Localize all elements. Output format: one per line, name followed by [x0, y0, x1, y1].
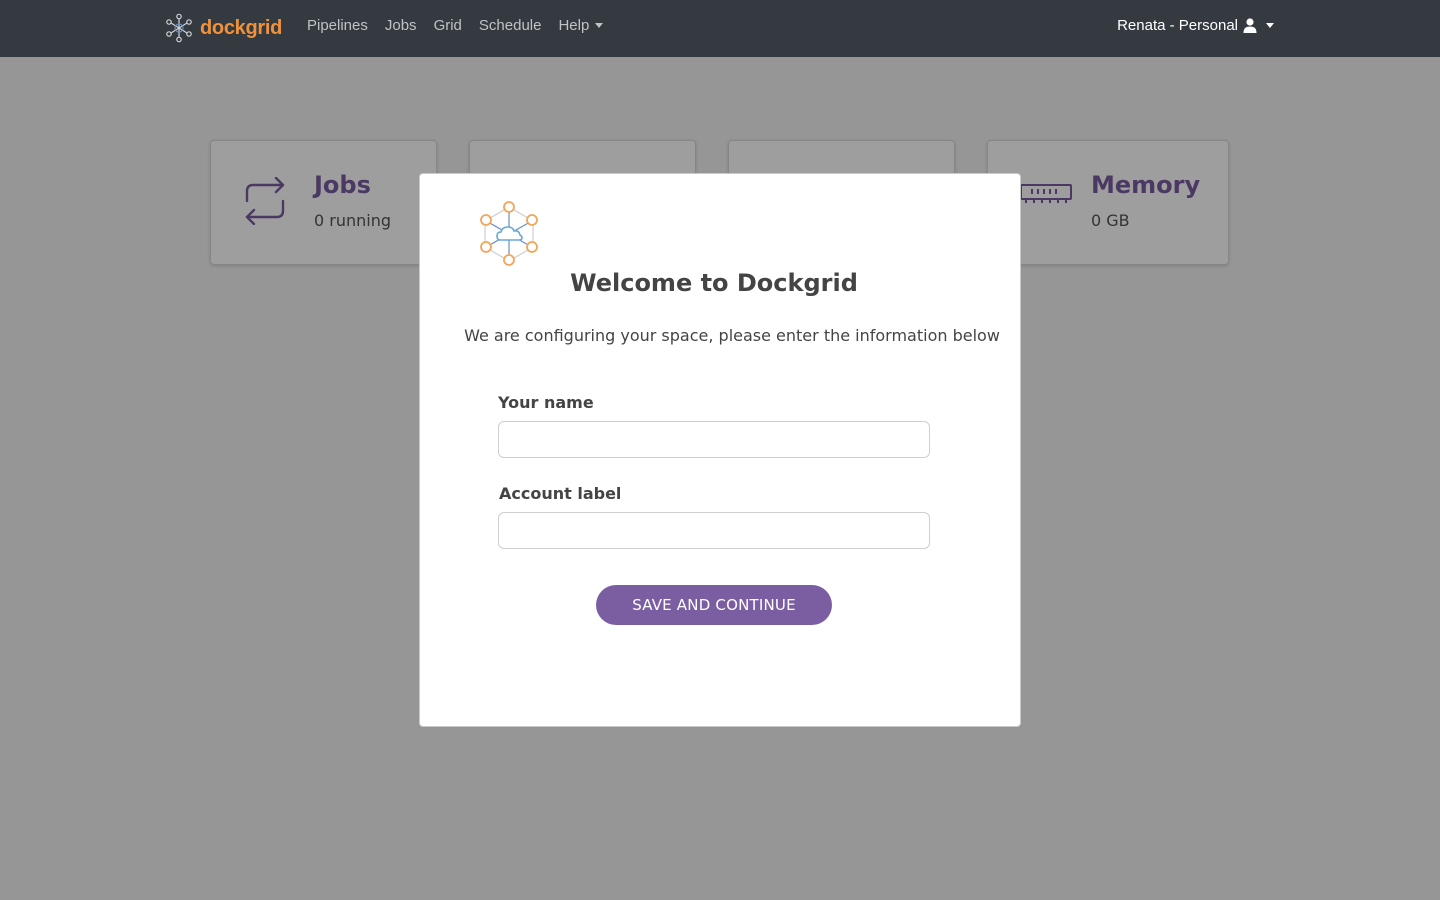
nav-link-pipelines[interactable]: Pipelines — [307, 17, 368, 34]
chevron-down-icon — [595, 23, 604, 28]
nav-link-schedule[interactable]: Schedule — [479, 17, 542, 34]
brand-name: dockgrid — [200, 16, 283, 39]
your-name-label: Your name — [498, 393, 594, 412]
account-label-label: Account label — [499, 484, 622, 503]
welcome-modal: Welcome to Dockgrid We are configuring y… — [419, 173, 1021, 727]
nav-link-jobs[interactable]: Jobs — [385, 17, 417, 34]
chevron-down-icon — [1266, 23, 1274, 28]
modal-subtitle: We are configuring your space, please en… — [464, 326, 1000, 345]
nav-link-help[interactable]: Help — [558, 17, 604, 34]
brand-logo[interactable]: dockgrid — [164, 12, 282, 44]
user-menu-dropdown[interactable]: Renata - Personal — [1117, 17, 1274, 34]
dockgrid-logo-icon — [166, 13, 192, 43]
user-menu-label: Renata - Personal — [1117, 17, 1238, 34]
dockgrid-cloud-logo-icon — [480, 201, 538, 266]
your-name-input[interactable] — [498, 421, 930, 458]
modal-title: Welcome to Dockgrid — [570, 269, 858, 297]
nav-link-help-label: Help — [558, 17, 590, 34]
nav-links: Pipelines Jobs Grid Schedule Help — [307, 17, 620, 34]
account-label-input[interactable] — [498, 512, 930, 549]
nav-link-grid[interactable]: Grid — [434, 17, 462, 34]
save-and-continue-button[interactable]: SAVE AND CONTINUE — [596, 585, 832, 625]
top-navbar: dockgrid Pipelines Jobs Grid Schedule He… — [0, 0, 1440, 57]
user-icon — [1243, 18, 1257, 33]
